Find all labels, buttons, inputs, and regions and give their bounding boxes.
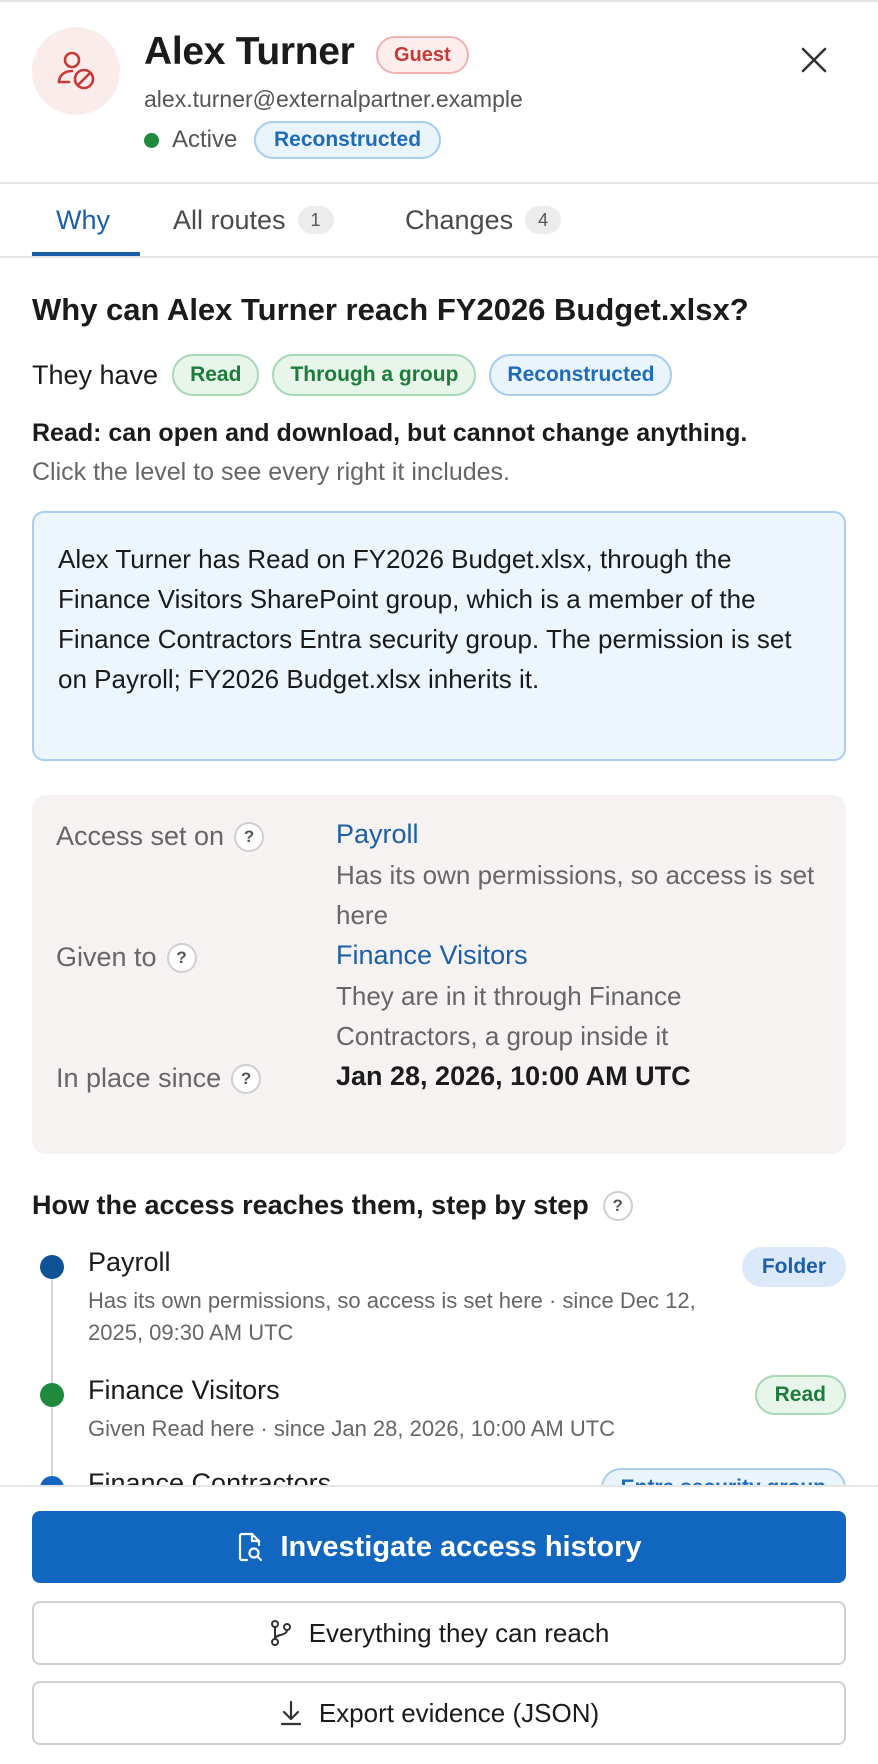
active-tab-indicator bbox=[32, 252, 140, 256]
label-text: In place since bbox=[56, 1063, 222, 1093]
through-group-badge: Through a group bbox=[272, 354, 477, 396]
step-item: Finance Visitors Given Read here · since… bbox=[32, 1375, 846, 1455]
tab-label: Why bbox=[56, 204, 110, 235]
level-hint: Click the level to see every right it in… bbox=[32, 458, 510, 486]
guest-badge: Guest bbox=[376, 36, 469, 74]
step-sub: Given Read here · since Jan 28, 2026, 10… bbox=[88, 1416, 616, 1441]
step-dot bbox=[40, 1383, 64, 1407]
access-details: Access set on ? Payroll Has its own perm… bbox=[32, 795, 846, 1154]
button-label: Investigate access history bbox=[280, 1530, 642, 1563]
tab-bar: Why All routes 1 Changes 4 bbox=[0, 184, 878, 258]
file-search-icon bbox=[236, 1532, 264, 1562]
status-text: Active bbox=[172, 126, 238, 153]
action-footer: Investigate access history Everything th… bbox=[0, 1485, 878, 1764]
help-icon[interactable]: ? bbox=[231, 1063, 262, 1094]
label-text: Access set on bbox=[56, 821, 225, 851]
user-name: Alex Turner bbox=[144, 30, 355, 73]
access-set-on-sub: Has its own permissions, so access is se… bbox=[336, 860, 815, 930]
panel-header: Alex Turner Guest alex.turner@externalpa… bbox=[0, 2, 878, 184]
explanation-box: Alex Turner has Read on FY2026 Budget.xl… bbox=[32, 511, 846, 761]
read-level-badge[interactable]: Read bbox=[172, 354, 260, 396]
step-sub: Has its own permissions, so access is se… bbox=[88, 1288, 696, 1345]
in-place-since-value: Jan 28, 2026, 10:00 AM UTC bbox=[336, 1061, 691, 1091]
step-name[interactable]: Finance Visitors bbox=[88, 1375, 280, 1406]
user-email: alex.turner@externalpartner.example bbox=[144, 86, 523, 112]
help-icon[interactable]: ? bbox=[166, 942, 197, 973]
button-label: Export evidence (JSON) bbox=[318, 1697, 600, 1728]
why-question: Why can Alex Turner reach FY2026 Budget.… bbox=[32, 292, 749, 327]
tab-changes[interactable]: Changes 4 bbox=[405, 184, 562, 256]
steps-title-text: How the access reaches them, step by ste… bbox=[32, 1190, 589, 1220]
everything-reach-button[interactable]: Everything they can reach bbox=[32, 1601, 846, 1665]
permission-summary: They have Read Through a group Reconstru… bbox=[32, 354, 685, 396]
steps-heading: How the access reaches them, step by ste… bbox=[32, 1190, 633, 1221]
access-set-on-label: Access set on ? bbox=[56, 821, 265, 852]
user-access-panel: Alex Turner Guest alex.turner@externalpa… bbox=[0, 0, 878, 1764]
step-item: Payroll Has its own permissions, so acce… bbox=[32, 1247, 846, 1347]
guest-user-blocked-icon bbox=[32, 27, 120, 115]
button-label: Everything they can reach bbox=[308, 1617, 610, 1648]
count-badge: 1 bbox=[297, 206, 334, 234]
explanation-text: Alex Turner has Read on FY2026 Budget.xl… bbox=[58, 544, 792, 694]
close-button[interactable] bbox=[794, 40, 834, 80]
tab-all-routes[interactable]: All routes 1 bbox=[173, 184, 334, 256]
close-icon bbox=[801, 47, 827, 73]
level-description: Read: can open and download, but cannot … bbox=[32, 419, 748, 447]
status-dot bbox=[144, 133, 159, 148]
step-dot bbox=[40, 1255, 64, 1279]
count-badge: 4 bbox=[525, 206, 562, 234]
export-evidence-button[interactable]: Export evidence (JSON) bbox=[32, 1681, 846, 1745]
they-have-label: They have bbox=[32, 359, 159, 390]
tab-label: Changes bbox=[405, 204, 514, 235]
label-text: Given to bbox=[56, 942, 157, 972]
tab-label: All routes bbox=[173, 204, 286, 235]
access-set-on-link[interactable]: Payroll bbox=[336, 819, 419, 850]
step-tag: Read bbox=[754, 1375, 846, 1415]
download-icon bbox=[279, 1699, 303, 1727]
given-to-sub: They are in it through Finance Contracto… bbox=[336, 981, 682, 1051]
given-to-link[interactable]: Finance Visitors bbox=[336, 940, 528, 971]
branch-icon bbox=[269, 1619, 293, 1647]
help-icon[interactable]: ? bbox=[602, 1190, 633, 1221]
tab-why[interactable]: Why bbox=[56, 184, 110, 256]
step-tag: Folder bbox=[741, 1247, 846, 1287]
given-to-label: Given to ? bbox=[56, 942, 197, 973]
reconstructed-badge: Reconstructed bbox=[489, 354, 673, 396]
help-icon[interactable]: ? bbox=[234, 821, 265, 852]
reconstructed-badge: Reconstructed bbox=[254, 121, 442, 159]
step-name[interactable]: Payroll bbox=[88, 1247, 171, 1278]
investigate-history-button[interactable]: Investigate access history bbox=[32, 1511, 846, 1583]
in-place-since-label: In place since ? bbox=[56, 1063, 262, 1094]
